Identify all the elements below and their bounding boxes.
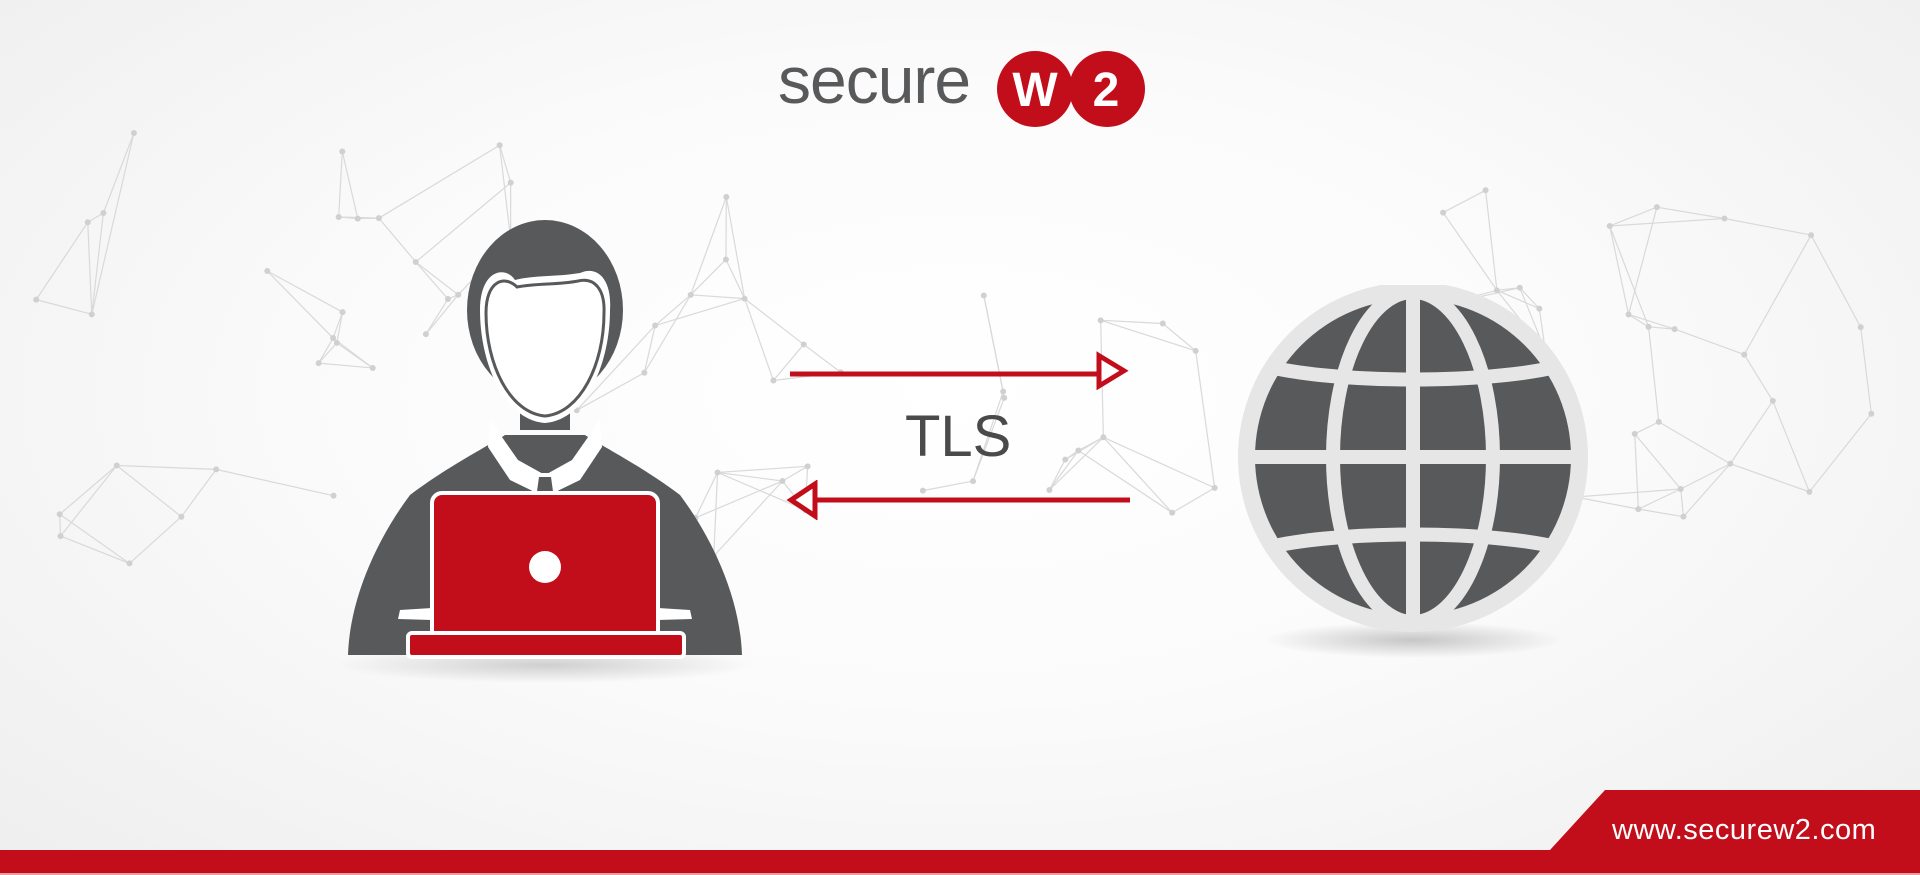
footer-bar (0, 790, 1920, 875)
diagram-canvas: secure W 2 TLS www.securew2.com (0, 0, 1920, 875)
website-url: www.securew2.com (1612, 814, 1877, 846)
